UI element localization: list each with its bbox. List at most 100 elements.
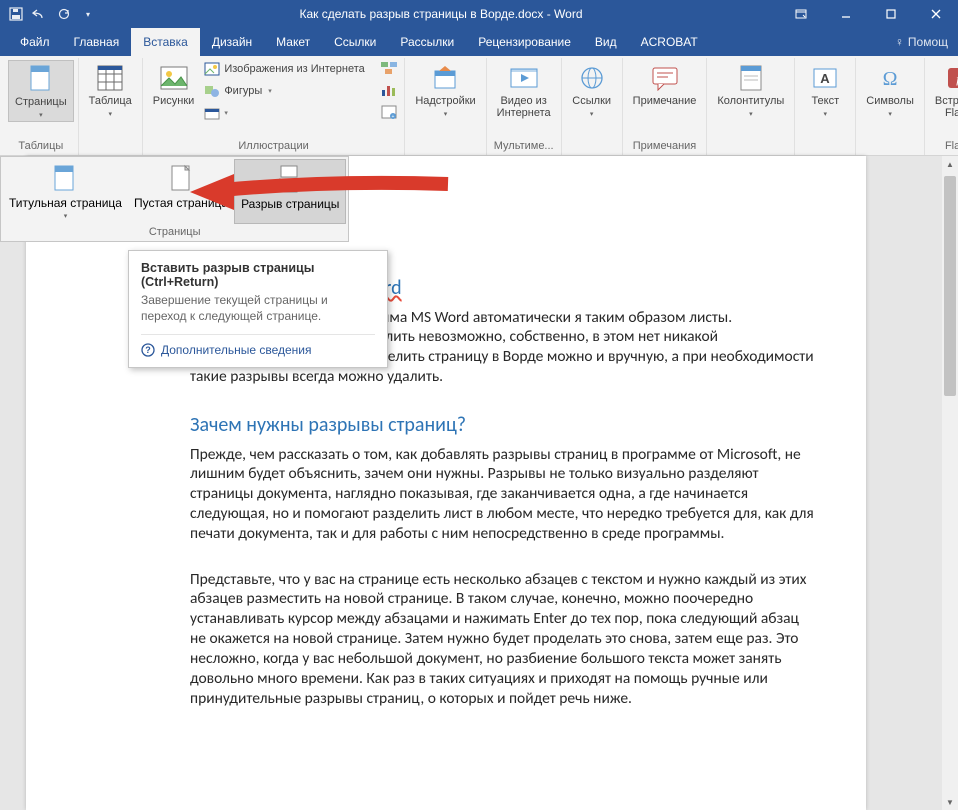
group-illustrations: Рисунки Изображения из Интернета Фигуры … [143, 58, 406, 155]
shapes-icon [204, 83, 220, 99]
tooltip-more-link[interactable]: ? Дополнительные сведения [141, 334, 375, 357]
help-icon: ? [141, 343, 155, 357]
scroll-down-icon[interactable]: ▼ [942, 794, 958, 810]
group-text: A Текст ▾ [795, 58, 856, 155]
addins-label: Надстройки [415, 96, 475, 108]
lightbulb-icon: ♀ [895, 35, 904, 49]
tell-me[interactable]: ♀ Помощ [885, 35, 958, 49]
window-title: Как сделать разрыв страницы в Ворде.docx… [104, 7, 778, 21]
online-video-button[interactable]: Видео из Интернета [491, 60, 557, 121]
titlebar: ▾ Как сделать разрыв страницы в Ворде.do… [0, 0, 958, 28]
scroll-thumb[interactable] [944, 176, 956, 396]
chevron-down-icon: ▾ [64, 212, 68, 220]
symbols-button[interactable]: Ω Символы ▾ [860, 60, 920, 120]
chevron-down-icon: ▾ [888, 110, 892, 118]
header-icon [735, 62, 767, 94]
close-button[interactable] [913, 0, 958, 28]
tab-layout[interactable]: Макет [264, 28, 322, 56]
chevron-down-icon: ▾ [224, 109, 228, 117]
window-controls [778, 0, 958, 28]
tooltip-page-break: Вставить разрыв страницы (Ctrl+Return) З… [128, 250, 388, 368]
undo-icon[interactable] [32, 6, 48, 22]
tooltip-title: Вставить разрыв страницы (Ctrl+Return) [141, 261, 375, 289]
video-icon [508, 62, 540, 94]
tab-references[interactable]: Ссылки [322, 28, 388, 56]
paragraph-3: Представьте, что у вас на странице есть … [190, 570, 816, 709]
group-illustrations-label: Иллюстрации [143, 138, 405, 155]
scroll-up-icon[interactable]: ▲ [942, 156, 958, 172]
online-picture-icon [204, 61, 220, 77]
pictures-label: Рисунки [153, 96, 195, 108]
links-button[interactable]: Ссылки ▾ [566, 60, 618, 120]
spacer-label [79, 138, 142, 155]
chevron-down-icon: ▾ [108, 110, 112, 118]
links-label: Ссылки [572, 96, 611, 108]
addins-icon [429, 62, 461, 94]
table-button[interactable]: Таблица ▾ [83, 60, 138, 120]
smartart-icon[interactable] [380, 60, 400, 78]
headerfooter-button[interactable]: Колонтитулы ▾ [711, 60, 790, 120]
online-pictures-label: Изображения из Интернета [224, 63, 364, 75]
textbox-icon: A [809, 62, 841, 94]
pages-icon [25, 63, 57, 95]
chevron-down-icon: ▾ [444, 110, 448, 118]
table-label: Таблица [89, 96, 132, 108]
tab-acrobat[interactable]: ACROBAT [629, 28, 710, 56]
screenshot-button[interactable]: ▾ [200, 104, 380, 122]
tab-mailings[interactable]: Рассылки [388, 28, 466, 56]
tooltip-more-label: Дополнительные сведения [161, 343, 311, 357]
pictures-button[interactable]: Рисунки [147, 60, 201, 110]
tab-view[interactable]: Вид [583, 28, 629, 56]
shapes-button[interactable]: Фигуры ▾ [200, 82, 380, 100]
maximize-button[interactable] [868, 0, 913, 28]
pages-dropdown-label: Страницы [3, 224, 346, 241]
addins-button[interactable]: Надстройки ▾ [409, 60, 481, 120]
heading-2: Зачем нужны разрывы страниц? [190, 413, 816, 439]
qat-dropdown-icon[interactable]: ▾ [80, 6, 96, 22]
table-icon [94, 62, 126, 94]
online-pictures-button[interactable]: Изображения из Интернета [200, 60, 380, 78]
cover-page-button[interactable]: Титульная страница ▾ [3, 159, 128, 224]
pages-label: Страницы [15, 97, 67, 109]
screenshot-small-icon[interactable]: + [380, 104, 400, 122]
flash-label: Встроить Flash [935, 96, 958, 119]
comment-label: Примечание [633, 96, 697, 108]
save-icon[interactable] [8, 6, 24, 22]
group-tables: Таблица ▾ [79, 58, 143, 155]
group-media-label: Мультиме... [487, 138, 561, 155]
tab-design[interactable]: Дизайн [200, 28, 264, 56]
tab-file[interactable]: Файл [8, 28, 62, 56]
flash-icon: f [942, 62, 958, 94]
tab-insert[interactable]: Вставка [131, 28, 200, 56]
chart-icon[interactable] [380, 82, 400, 100]
text-button[interactable]: A Текст ▾ [799, 60, 851, 120]
tell-me-label: Помощ [908, 35, 948, 49]
group-tables-label: Таблицы [4, 138, 78, 155]
chevron-down-icon: ▾ [590, 110, 594, 118]
paragraph-2: Прежде, чем рассказать о том, как добавл… [190, 445, 816, 544]
video-label: Видео из Интернета [497, 96, 551, 119]
minimize-button[interactable] [823, 0, 868, 28]
vertical-scrollbar[interactable]: ▲ ▼ [942, 156, 958, 810]
ribbon: Страницы ▾ Таблицы Таблица ▾ Рисунки [0, 56, 958, 156]
screenshot-icon [204, 105, 220, 121]
chevron-down-icon: ▾ [824, 110, 828, 118]
chevron-down-icon: ▾ [268, 87, 272, 95]
cover-page-icon [49, 163, 81, 195]
pages-button[interactable]: Страницы ▾ [8, 60, 74, 122]
symbol-icon: Ω [874, 62, 906, 94]
redo-icon[interactable] [56, 6, 72, 22]
ribbon-display-options[interactable] [778, 0, 823, 28]
document-content: раницы в Microsoft Word раницы в докумен… [26, 156, 866, 774]
flash-button[interactable]: f Встроить Flash [929, 60, 958, 121]
chevron-down-icon: ▾ [39, 111, 43, 119]
highlight-arrow [190, 170, 450, 220]
tab-review[interactable]: Рецензирование [466, 28, 583, 56]
svg-text:Ω: Ω [883, 68, 898, 90]
group-comments-label: Примечания [623, 138, 707, 155]
comment-button[interactable]: Примечание [627, 60, 703, 110]
group-media: Видео из Интернета Мультиме... [487, 58, 562, 155]
ribbon-tabs: Файл Главная Вставка Дизайн Макет Ссылки… [0, 28, 958, 56]
group-flash: f Встроить Flash Flash [925, 58, 958, 155]
tab-home[interactable]: Главная [62, 28, 132, 56]
